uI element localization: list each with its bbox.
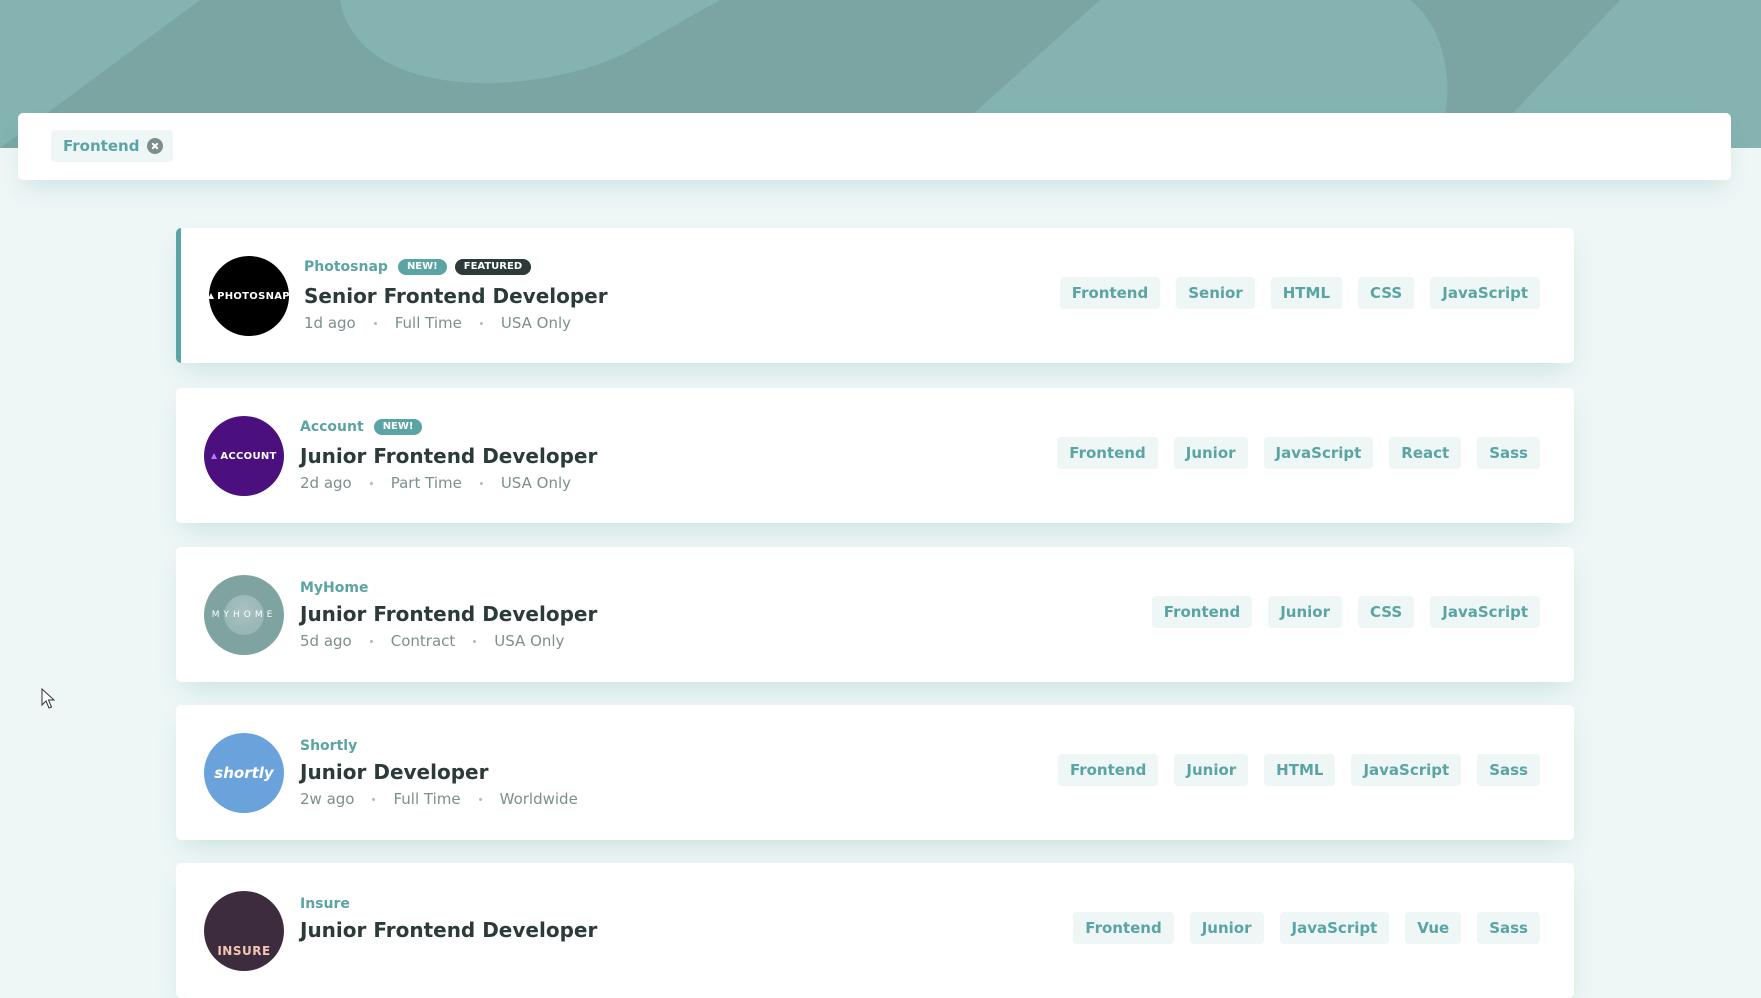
job-tags: Frontend Junior JavaScript React Sass (1041, 437, 1540, 469)
contract-type: Part Time (390, 474, 462, 492)
job-title[interactable]: Junior Developer (300, 759, 578, 785)
logo-text: MYHOME (211, 610, 277, 620)
separator-dot (473, 639, 477, 643)
company-logo-account: ACCOUNT (204, 416, 284, 496)
job-info: Photosnap NEW! FEATURED Senior Frontend … (304, 258, 608, 332)
tag-sass[interactable]: Sass (1477, 437, 1540, 469)
company-name: Insure (300, 896, 350, 912)
tag-frontend[interactable]: Frontend (1057, 754, 1159, 786)
tag-html[interactable]: HTML (1264, 754, 1336, 786)
posted-at: 1d ago (304, 314, 356, 332)
job-card-myhome: MYHOME MyHome Junior Frontend Developer … (176, 547, 1574, 682)
posted-at: 5d ago (300, 632, 352, 650)
company-name: MyHome (300, 580, 369, 596)
filter-chip-label: Frontend (63, 137, 140, 155)
logo-text: PHOTOSNAP (217, 290, 289, 302)
company-name: Account (300, 419, 364, 435)
contract-type: Full Time (394, 314, 462, 332)
tag-javascript[interactable]: JavaScript (1430, 596, 1540, 628)
logo-text: ACCOUNT (220, 450, 277, 462)
new-badge: NEW! (397, 259, 447, 275)
posted-at: 2w ago (300, 790, 355, 808)
logo-text: INSURE (217, 944, 271, 958)
separator-dot (372, 797, 376, 801)
tag-frontend[interactable]: Frontend (1073, 912, 1174, 944)
tag-frontend[interactable]: Frontend (1151, 596, 1253, 628)
tag-junior[interactable]: Junior (1174, 754, 1249, 786)
tag-javascript[interactable]: JavaScript (1279, 912, 1390, 944)
job-meta: 2w ago Full Time Worldwide (300, 790, 578, 808)
separator-dot (478, 797, 482, 801)
tag-javascript[interactable]: JavaScript (1263, 437, 1374, 469)
job-card-photosnap: PHOTOSNAP Photosnap NEW! FEATURED Senior… (176, 228, 1574, 363)
job-title[interactable]: Senior Frontend Developer (304, 283, 608, 309)
tag-senior[interactable]: Senior (1176, 277, 1255, 309)
job-info: Account NEW! Junior Frontend Developer 2… (300, 418, 597, 492)
posted-at: 2d ago (300, 474, 352, 492)
separator-dot (369, 639, 373, 643)
tag-vue[interactable]: Vue (1405, 912, 1462, 944)
filter-chip-frontend[interactable]: Frontend (51, 130, 174, 162)
job-tags: Frontend Senior HTML CSS JavaScript (1044, 277, 1540, 309)
tag-junior[interactable]: Junior (1173, 437, 1248, 469)
job-title[interactable]: Junior Frontend Developer (300, 601, 597, 627)
mouse-cursor-icon (41, 688, 55, 709)
separator-dot (369, 481, 373, 485)
job-location: USA Only (494, 632, 565, 650)
job-meta: 5d ago Contract USA Only (300, 632, 597, 650)
job-title[interactable]: Junior Frontend Developer (300, 917, 597, 943)
featured-badge: FEATURED (454, 259, 532, 275)
job-meta: 2d ago Part Time USA Only (300, 474, 597, 492)
job-title[interactable]: Junior Frontend Developer (300, 443, 597, 469)
job-info: MyHome Junior Frontend Developer 5d ago … (300, 579, 597, 650)
separator-dot (479, 321, 483, 325)
photosnap-mark-icon (209, 293, 215, 299)
job-card-account: ACCOUNT Account NEW! Junior Frontend Dev… (176, 388, 1574, 523)
company-logo-photosnap: PHOTOSNAP (209, 256, 289, 336)
company-logo-insure: INSURE (204, 891, 284, 971)
tag-frontend[interactable]: Frontend (1059, 277, 1161, 309)
job-location: USA Only (500, 314, 572, 332)
job-info: Insure Junior Frontend Developer (300, 895, 597, 943)
contract-type: Contract (390, 632, 456, 650)
job-card-shortly: shortly Shortly Junior Developer 2w ago … (176, 705, 1574, 840)
tag-javascript[interactable]: JavaScript (1351, 754, 1462, 786)
separator-dot (373, 321, 377, 325)
logo-text: shortly (214, 764, 274, 782)
job-card-insure: INSURE Insure Junior Frontend Developer … (176, 863, 1574, 998)
tag-css[interactable]: CSS (1358, 277, 1415, 309)
job-info: Shortly Junior Developer 2w ago Full Tim… (300, 737, 578, 808)
tag-frontend[interactable]: Frontend (1057, 437, 1158, 469)
filter-bar: Frontend (18, 113, 1731, 180)
tag-junior[interactable]: Junior (1268, 596, 1343, 628)
company-name: Shortly (300, 738, 358, 754)
company-logo-myhome: MYHOME (204, 575, 284, 655)
separator-dot (479, 481, 483, 485)
job-tags: Frontend Junior JavaScript Vue Sass (1057, 912, 1540, 944)
job-location: Worldwide (499, 790, 578, 808)
job-tags: Frontend Junior HTML JavaScript Sass (1042, 754, 1540, 786)
company-name: Photosnap (304, 259, 388, 275)
tag-sass[interactable]: Sass (1477, 912, 1540, 944)
remove-filter-icon[interactable] (147, 138, 164, 154)
tag-css[interactable]: CSS (1358, 596, 1415, 628)
tag-javascript[interactable]: JavaScript (1430, 277, 1540, 309)
tag-junior[interactable]: Junior (1189, 912, 1264, 944)
tag-react[interactable]: React (1389, 437, 1462, 469)
company-logo-shortly: shortly (204, 733, 284, 813)
tag-sass[interactable]: Sass (1477, 754, 1540, 786)
account-mark-icon (211, 453, 218, 459)
job-tags: Frontend Junior CSS JavaScript (1136, 596, 1540, 628)
contract-type: Full Time (393, 790, 461, 808)
tag-html[interactable]: HTML (1270, 277, 1343, 309)
job-location: USA Only (500, 474, 571, 492)
job-meta: 1d ago Full Time USA Only (304, 314, 608, 332)
new-badge: NEW! (373, 419, 423, 435)
